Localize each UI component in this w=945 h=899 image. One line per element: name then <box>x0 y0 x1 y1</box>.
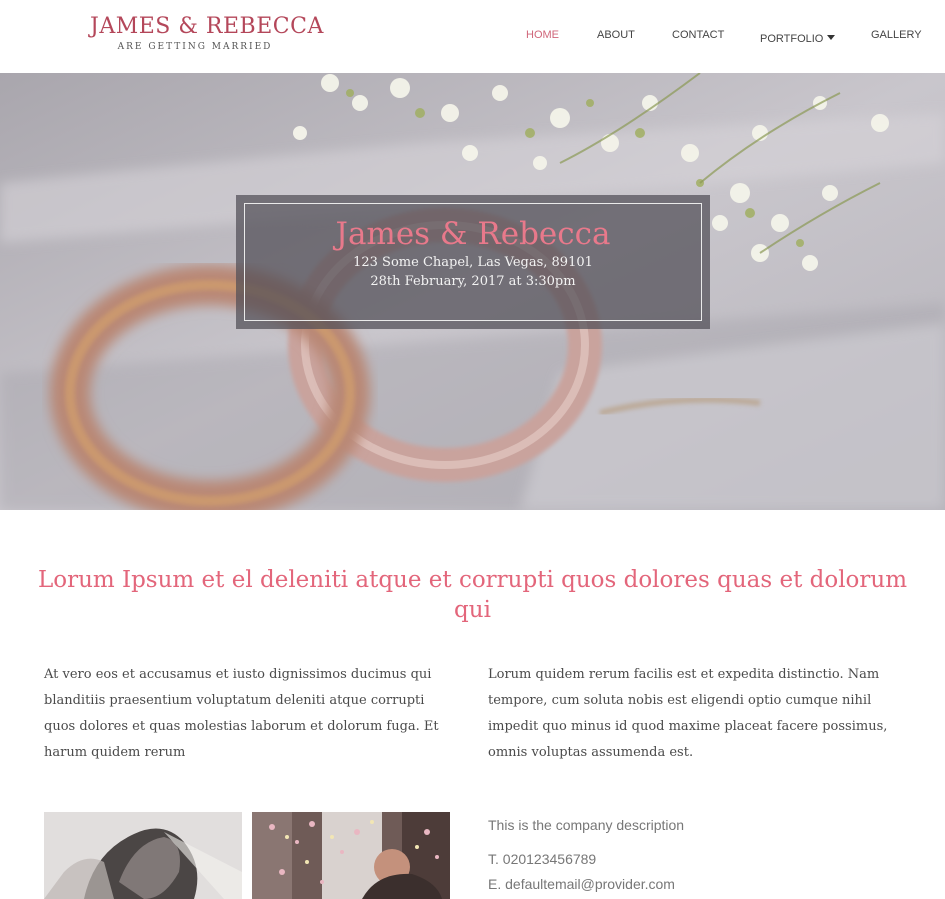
nav-about[interactable]: ABOUT <box>597 29 635 41</box>
nav-contact[interactable]: CONTACT <box>672 29 724 41</box>
company-phone: T. 020123456789 <box>488 851 597 867</box>
intro-text-left: At vero eos et accusamus et iusto dignis… <box>44 667 439 760</box>
hero-address: 123 Some Chapel, Las Vegas, 89101 <box>353 255 593 270</box>
company-description: This is the company description <box>488 817 685 833</box>
site-header: JAMES & REBECCA ARE GETTING MARRIED HOME… <box>0 0 945 73</box>
section-headline: Lorum Ipsum et el deleniti atque et corr… <box>37 567 908 623</box>
celebration-photo[interactable] <box>252 812 450 899</box>
chevron-down-icon <box>827 35 836 40</box>
intro-text-right: Lorum quidem rerum facilis est et expedi… <box>488 667 888 760</box>
main-nav: HOME ABOUT CONTACT PORTFOLIO GALLERY <box>0 29 945 45</box>
nav-gallery[interactable]: GALLERY <box>871 29 922 41</box>
nav-home[interactable]: HOME <box>526 29 559 41</box>
hero-title: James & Rebecca <box>335 216 611 252</box>
nav-portfolio[interactable]: PORTFOLIO <box>760 29 836 47</box>
hero-caption-box: James & Rebecca 123 Some Chapel, Las Veg… <box>236 195 710 329</box>
hero-caption-frame: James & Rebecca 123 Some Chapel, Las Veg… <box>244 203 702 321</box>
company-email[interactable]: E. defaultemail@provider.com <box>488 876 675 892</box>
nav-portfolio-label: PORTFOLIO <box>760 33 824 45</box>
couple-photo[interactable] <box>44 812 242 899</box>
hero-banner: James & Rebecca 123 Some Chapel, Las Veg… <box>0 73 945 510</box>
hero-date: 28th February, 2017 at 3:30pm <box>370 274 576 289</box>
